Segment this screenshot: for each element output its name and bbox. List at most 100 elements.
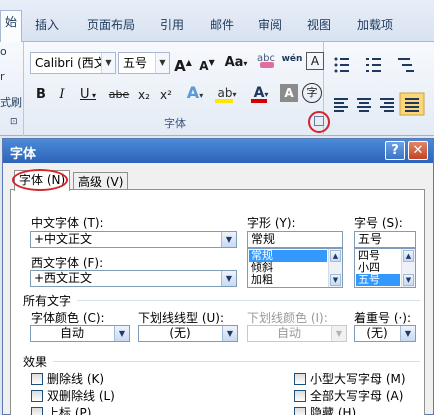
font-style-list[interactable]: 常规 倾斜 加粗 ▲ ▼: [247, 248, 343, 288]
chevron-down-icon[interactable]: ▼: [101, 53, 115, 73]
font-size-list[interactable]: 四号 小四 五号 ▲ ▼: [354, 248, 416, 288]
underline-type-label: 下划线线型 (U):: [138, 311, 225, 325]
font-dialog: 字体 ? ✕ 字体 (N) 高级 (V) 中文字体 (T): +中文正文 ▼ 西…: [2, 138, 434, 415]
grow-font-icon: A: [174, 57, 186, 75]
enclose-characters-button[interactable]: 字: [302, 83, 322, 103]
phonetic-guide-button[interactable]: wén: [280, 48, 304, 70]
checkbox-box[interactable]: [294, 407, 306, 415]
font-size-combo[interactable]: 五号 ▼: [118, 52, 170, 74]
font-style-value: 常规: [251, 232, 276, 246]
help-button[interactable]: ?: [385, 141, 405, 160]
dialog-titlebar[interactable]: 字体 ? ✕: [3, 139, 433, 163]
close-button[interactable]: ✕: [408, 141, 428, 160]
superscript-checkbox[interactable]: 上标 (P): [31, 406, 91, 415]
tab-insert[interactable]: 插入: [35, 14, 59, 36]
scroll-up-icon[interactable]: ▲: [403, 250, 414, 262]
scroll-down-icon[interactable]: ▼: [330, 274, 341, 286]
align-right-icon[interactable]: [380, 98, 394, 112]
font-style-input[interactable]: 常规: [247, 231, 343, 248]
chevron-down-icon[interactable]: ▼: [114, 326, 129, 341]
font-color-button[interactable]: A▾: [246, 82, 276, 104]
font-group-label: 字体: [164, 117, 186, 130]
tab-addins[interactable]: 加载项: [357, 14, 393, 36]
font-size-input[interactable]: 五号: [354, 231, 416, 248]
scroll-down-icon[interactable]: ▼: [403, 274, 414, 286]
underline-color-value: 自动: [276, 326, 301, 340]
chevron-down-icon[interactable]: ▼: [221, 232, 236, 247]
chevron-down-icon[interactable]: ▼: [222, 326, 237, 341]
all-caps-checkbox[interactable]: 全部大写字母 (A): [294, 389, 403, 403]
chevron-down-icon[interactable]: ▼: [155, 53, 169, 73]
emphasis-mark-label: 着重号 (·):: [354, 311, 412, 325]
chevron-down-icon[interactable]: ▼: [400, 326, 415, 341]
font-name-combo[interactable]: Calibri (西文 ▼: [30, 52, 116, 74]
small-caps-checkbox[interactable]: 小型大写字母 (M): [294, 372, 406, 386]
list-item[interactable]: 五号: [356, 274, 400, 286]
checkbox-box[interactable]: [31, 390, 43, 402]
align-left-icon[interactable]: [334, 98, 348, 112]
tab-references[interactable]: 引用: [160, 14, 184, 36]
text-effects-button[interactable]: A▾: [182, 82, 208, 104]
change-case-button[interactable]: Aa▾: [222, 52, 250, 74]
list-item[interactable]: 加粗: [249, 274, 327, 286]
chinese-font-label: 中文字体 (T):: [31, 216, 104, 230]
double-strikethrough-label: 双删除线 (L): [47, 389, 115, 403]
chevron-down-icon[interactable]: ▼: [221, 271, 236, 286]
scroll-up-icon[interactable]: ▲: [330, 250, 341, 262]
tab-mailings[interactable]: 邮件: [210, 14, 234, 36]
text-effects-icon: A: [186, 83, 200, 102]
font-color-bar: [251, 99, 267, 103]
tab-home[interactable]: 始: [0, 10, 23, 43]
font-size-value: 五号: [358, 232, 383, 246]
tab-review[interactable]: 审阅: [258, 14, 282, 36]
clipboard-launcher-icon[interactable]: ⊡: [10, 117, 18, 127]
font-color-select[interactable]: 自动 ▼: [30, 325, 130, 342]
superscript-button[interactable]: x²: [156, 84, 176, 106]
grow-font-button[interactable]: A▲: [172, 52, 194, 75]
superscript-label: 上标 (P): [47, 406, 92, 415]
align-center-icon[interactable]: [357, 98, 371, 112]
clear-formatting-button[interactable]: abc: [254, 48, 278, 70]
subscript-button[interactable]: x₂: [134, 84, 154, 106]
tab-font[interactable]: 字体 (N): [14, 170, 71, 191]
checkbox-box[interactable]: [294, 373, 306, 385]
western-font-label: 西文字体 (F):: [31, 256, 104, 270]
format-painter-label[interactable]: 式刷: [0, 94, 22, 110]
section-divider: [77, 300, 420, 301]
font-style-scrollbar[interactable]: ▲ ▼: [328, 249, 342, 287]
bullets-icon[interactable]: [334, 57, 350, 73]
emphasis-mark-select[interactable]: (无) ▼: [354, 325, 416, 342]
highlight-button[interactable]: ab▾: [212, 82, 242, 104]
underline-button[interactable]: U ▾: [75, 84, 101, 106]
checkbox-box[interactable]: [31, 407, 43, 415]
western-font-select[interactable]: +西文正文 ▼: [30, 270, 237, 287]
underline-color-select: 自动 ▼: [247, 325, 347, 342]
font-style-label: 字形 (Y):: [247, 216, 296, 230]
bold-button[interactable]: B: [32, 84, 50, 106]
shrink-font-icon: A: [199, 59, 209, 73]
font-name-value: Calibri (西文: [35, 56, 106, 70]
underline-type-select[interactable]: (无) ▼: [138, 325, 238, 342]
clipboard-fragment-1: o: [0, 45, 7, 58]
font-size-scrollbar[interactable]: ▲ ▼: [401, 249, 415, 287]
tab-view[interactable]: 视图: [307, 14, 331, 36]
chinese-font-select[interactable]: +中文正文 ▼: [30, 231, 237, 248]
numbering-icon[interactable]: [366, 58, 381, 72]
tab-page-layout[interactable]: 页面布局: [87, 14, 135, 36]
strikethrough-button[interactable]: abe: [106, 84, 132, 106]
dialog-launcher-icon[interactable]: [314, 116, 324, 126]
hidden-checkbox[interactable]: 隐藏 (H): [294, 406, 356, 415]
multilevel-list-icon[interactable]: [398, 58, 414, 72]
justify-icon[interactable]: [399, 92, 425, 116]
character-shading-button[interactable]: A: [280, 84, 298, 102]
checkbox-box[interactable]: [294, 390, 306, 402]
character-border-button[interactable]: A: [306, 52, 324, 70]
shrink-font-button[interactable]: A▼: [196, 52, 218, 74]
checkbox-box[interactable]: [31, 373, 43, 385]
change-case-icon: Aa: [224, 55, 244, 70]
double-strikethrough-checkbox[interactable]: 双删除线 (L): [31, 389, 115, 403]
strikethrough-checkbox[interactable]: 删除线 (K): [31, 372, 104, 386]
italic-button[interactable]: I: [53, 84, 71, 106]
all-caps-label: 全部大写字母 (A): [310, 389, 404, 403]
phonetic-guide-icon: wén: [281, 54, 303, 64]
